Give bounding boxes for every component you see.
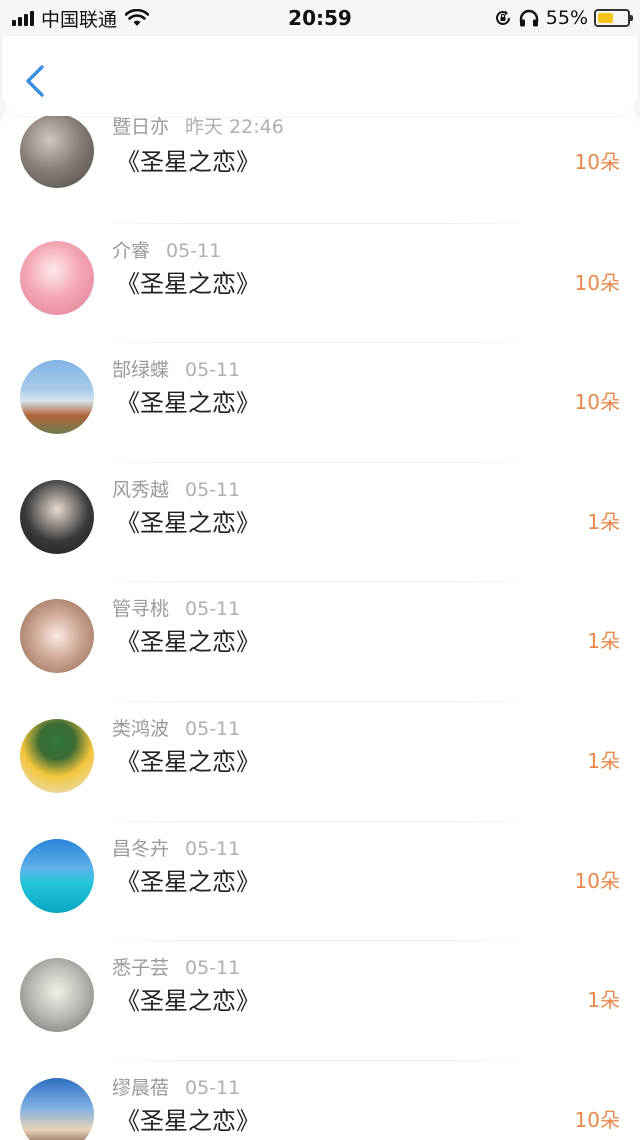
gift-title: 《圣星之恋》 <box>116 867 260 896</box>
avatar[interactable] <box>20 958 94 1033</box>
record-date: 05-11 <box>185 359 241 382</box>
sender-name[interactable]: 昌冬卉 <box>112 838 169 860</box>
gift-record-row[interactable]: 郜绿蝶 05-11 《圣星之恋》 10朵 <box>0 343 640 463</box>
gift-count: 1朵 <box>587 988 620 1013</box>
sender-name[interactable]: 郜绿蝶 <box>112 359 169 381</box>
gift-title: 《圣星之恋》 <box>116 628 260 657</box>
sender-name[interactable]: 介睿 <box>112 240 150 262</box>
gift-title: 《圣星之恋》 <box>116 1106 260 1135</box>
record-date: 05-11 <box>166 239 222 262</box>
avatar[interactable] <box>20 360 94 435</box>
sender-name[interactable]: 管寻桃 <box>112 598 169 620</box>
gift-count: 10朵 <box>574 150 620 174</box>
record-date: 05-11 <box>185 478 241 501</box>
battery-fill <box>598 13 614 23</box>
gift-count: 10朵 <box>574 868 620 893</box>
gift-record-list: 暨日亦 昨天 22:46 《圣星之恋》 10朵 介睿 05-11 《圣星之恋》 10朵 郜绿蝶 0… <box>0 104 640 1140</box>
sender-name[interactable]: 类鸿波 <box>112 718 169 740</box>
gift-title: 《圣星之恋》 <box>116 508 260 537</box>
record-meta: 类鸿波 05-11 <box>112 714 240 741</box>
avatar[interactable] <box>20 240 94 315</box>
record-meta: 昌冬卉 05-11 <box>112 834 240 861</box>
record-date: 05-11 <box>185 717 241 740</box>
record-meta: 郜绿蝶 05-11 <box>112 355 240 382</box>
record-meta: 风秀越 05-11 <box>112 475 240 502</box>
gift-count: 10朵 <box>574 270 620 295</box>
avatar[interactable] <box>20 599 94 674</box>
avatar[interactable] <box>20 479 94 554</box>
avatar[interactable] <box>20 114 94 188</box>
gift-count: 1朵 <box>587 748 620 773</box>
sender-name[interactable]: 缪晨蓓 <box>112 1077 169 1099</box>
avatar[interactable] <box>20 718 94 793</box>
gift-title: 《圣星之恋》 <box>116 987 260 1016</box>
gift-count: 1朵 <box>587 629 620 654</box>
battery-percent: 55% <box>545 7 588 29</box>
screen: 中国联通 20:59 55% 暨日亦 昨天 22:46 《圣星之恋》 10朵 介… <box>0 0 640 1140</box>
sender-name[interactable]: 风秀越 <box>112 479 169 501</box>
avatar[interactable] <box>20 1077 94 1140</box>
record-date: 05-11 <box>185 957 241 980</box>
gift-record-row[interactable]: 昌冬卉 05-11 《圣星之恋》 10朵 <box>0 822 640 942</box>
status-right: 55% <box>494 7 633 29</box>
record-meta: 悉子芸 05-11 <box>112 953 240 980</box>
record-meta: 介睿 05-11 <box>112 236 221 263</box>
sender-name[interactable]: 悉子芸 <box>112 957 169 979</box>
record-date: 昨天 22:46 <box>185 116 284 138</box>
battery-icon <box>594 9 633 27</box>
gift-count: 10朵 <box>574 390 620 415</box>
gift-title: 《圣星之恋》 <box>116 269 260 298</box>
gift-title: 《圣星之恋》 <box>116 148 260 176</box>
record-date: 05-11 <box>185 1076 241 1099</box>
gift-record-row[interactable]: 悉子芸 05-11 《圣星之恋》 1朵 <box>0 941 640 1061</box>
gift-record-row[interactable]: 暨日亦 昨天 22:46 《圣星之恋》 10朵 <box>0 104 640 224</box>
gift-title: 《圣星之恋》 <box>116 389 260 418</box>
gift-record-row[interactable]: 类鸿波 05-11 《圣星之恋》 1朵 <box>0 702 640 822</box>
record-meta: 缪晨蓓 05-11 <box>112 1073 240 1100</box>
gift-count: 1朵 <box>587 509 620 534</box>
record-meta: 管寻桃 05-11 <box>112 594 240 621</box>
sender-name[interactable]: 暨日亦 <box>112 116 169 138</box>
avatar[interactable] <box>20 838 94 913</box>
nav-header <box>2 36 638 116</box>
rotation-lock-icon <box>495 10 510 25</box>
gift-count: 10朵 <box>574 1107 620 1132</box>
record-date: 05-11 <box>185 598 241 621</box>
gift-title: 《圣星之恋》 <box>116 747 260 776</box>
gift-record-row[interactable]: 风秀越 05-11 《圣星之恋》 1朵 <box>0 463 640 583</box>
record-meta: 暨日亦 昨天 22:46 <box>112 112 284 139</box>
gift-record-row[interactable]: 介睿 05-11 《圣星之恋》 10朵 <box>0 224 640 344</box>
headphone-icon <box>519 9 538 27</box>
gift-record-row[interactable]: 缪晨蓓 05-11 《圣星之恋》 10朵 <box>0 1061 640 1140</box>
chevron-left-icon[interactable] <box>20 64 50 98</box>
status-bar: 中国联通 20:59 55% <box>0 0 640 36</box>
gift-record-row[interactable]: 管寻桃 05-11 《圣星之恋》 1朵 <box>0 582 640 702</box>
record-date: 05-11 <box>185 837 241 860</box>
